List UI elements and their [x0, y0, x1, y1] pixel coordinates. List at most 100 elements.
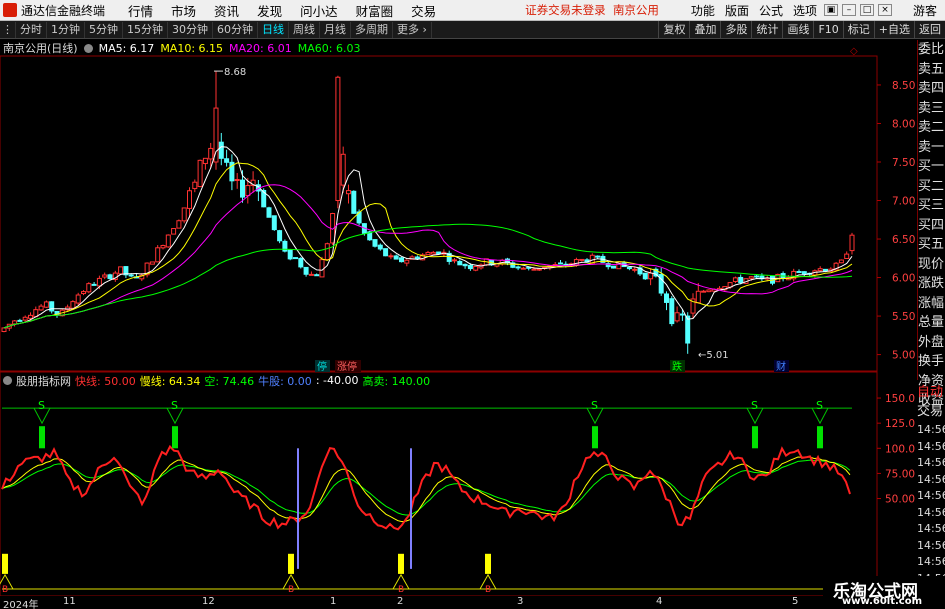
side-item-sell4[interactable]: 卖四	[918, 79, 945, 99]
tick-time: 14:56	[917, 489, 945, 502]
sell-marker-label: S	[751, 399, 758, 412]
sell-marker-bar	[592, 426, 598, 449]
candle-body	[383, 248, 389, 257]
candle-body	[515, 266, 521, 269]
side-item-buy1[interactable]: 买一	[918, 157, 945, 177]
candle-body	[22, 316, 28, 321]
x-tick: 2024年	[3, 600, 39, 609]
candle-body	[324, 243, 330, 261]
side-item-buy5[interactable]: 买五	[918, 235, 945, 255]
candle-body	[240, 179, 245, 198]
side-item-sell1[interactable]: 卖一	[918, 138, 945, 158]
candle-body	[838, 259, 844, 264]
side-item-outer[interactable]: 外盘	[918, 333, 945, 353]
candle-body	[754, 275, 760, 278]
trade-side-panel: 自动 交易	[917, 383, 945, 423]
candle-body	[192, 181, 198, 190]
side-item-buy2[interactable]: 买二	[918, 177, 945, 197]
sell-marker-bar	[39, 426, 45, 449]
slow-line	[1, 456, 851, 523]
candle-body	[849, 234, 855, 252]
candle-body	[319, 259, 325, 278]
candle-body	[208, 147, 214, 160]
candle-body	[685, 315, 691, 344]
ind-y-tick-label: 50.00	[885, 494, 915, 506]
x-tick: 5	[792, 596, 799, 607]
candle-body	[823, 268, 828, 272]
candle-body	[520, 267, 526, 270]
candle-body	[75, 294, 81, 304]
candle-body	[425, 251, 431, 256]
tick-time: 14:56	[917, 439, 945, 453]
side-item-volume[interactable]: 总量	[918, 313, 945, 333]
candle-body	[165, 234, 171, 248]
side-item-buy3[interactable]: 买三	[918, 196, 945, 216]
ind-y-tick-label: 75.00	[885, 468, 915, 480]
candle-body	[308, 273, 314, 276]
y-tick-label: 6.00	[892, 273, 915, 285]
auto-trade-tab[interactable]: 自动	[917, 383, 945, 402]
candle-body	[171, 228, 177, 235]
x-tick: 3	[517, 596, 524, 607]
side-item-sell5[interactable]: 卖五	[918, 60, 945, 80]
candle-body	[287, 249, 293, 260]
y-tick-label: 7.50	[892, 157, 915, 169]
sell-marker-label: S	[171, 399, 178, 412]
buy-marker-bar	[2, 553, 8, 574]
tick-time: 14:56	[917, 522, 945, 535]
candle-body	[277, 230, 283, 242]
ind-y-tick-label: 125.0	[885, 418, 915, 430]
kline-chart[interactable]: S S S S S B B B B 8.50 8.00 7.50 7.00 6.50 6.00 5.50 5.…	[0, 0, 917, 596]
candle-body	[107, 274, 113, 280]
candle-body	[732, 277, 738, 282]
buy-marker-label: B	[2, 585, 8, 595]
candle-body	[271, 215, 277, 231]
x-tick: 12	[202, 596, 215, 607]
sell-marker-bar	[172, 426, 178, 449]
candle-body	[43, 301, 49, 308]
tick-time: 14:56	[917, 505, 945, 519]
watermark-url: www.60lt.com	[842, 596, 923, 607]
candle-body	[187, 190, 192, 209]
candle-body	[38, 305, 44, 311]
buy-marker-bar	[485, 553, 491, 574]
candle-body	[664, 293, 669, 303]
tick-time: 14:56	[917, 555, 945, 568]
event-tag: 跌	[672, 360, 682, 373]
candle-body	[149, 261, 155, 265]
back-button[interactable]: 返回	[914, 21, 945, 39]
ind-y-tick-label: 150.0	[885, 393, 915, 405]
event-tag: 涨停	[337, 360, 357, 373]
side-item-price[interactable]: 现价	[918, 255, 945, 275]
side-item-change[interactable]: 涨跌	[918, 274, 945, 294]
side-item-sell3[interactable]: 卖三	[918, 99, 945, 119]
candle-body	[595, 255, 601, 258]
candle-body	[457, 260, 463, 266]
candle-body	[393, 255, 399, 260]
buy-marker-label: B	[485, 585, 491, 595]
candle-body	[531, 268, 537, 271]
main-chart-frame	[0, 55, 878, 372]
candle-body	[844, 253, 850, 260]
candle-body	[298, 257, 304, 268]
x-tick: 11	[63, 596, 76, 607]
buy-marker-label: B	[288, 585, 294, 595]
candle-body	[558, 262, 563, 265]
trade-tab[interactable]: 交易	[917, 402, 945, 421]
y-tick-label: 6.50	[892, 234, 915, 246]
tick-time: 14:56	[917, 472, 945, 486]
tick-time: 14:56	[917, 456, 945, 469]
side-item-turnover[interactable]: 换手	[918, 352, 945, 372]
side-item-buy4[interactable]: 买四	[918, 216, 945, 236]
sell-marker-bar	[752, 426, 758, 449]
side-item-pct[interactable]: 涨幅	[918, 294, 945, 314]
side-item-committee[interactable]: 委比	[918, 40, 945, 60]
candle-body	[462, 263, 468, 267]
y-tick-label: 7.00	[892, 196, 915, 208]
candle-body	[377, 244, 383, 250]
candle-body	[12, 320, 18, 325]
side-item-sell2[interactable]: 卖二	[918, 118, 945, 138]
candle-body	[701, 290, 707, 293]
candle-body	[224, 158, 230, 163]
candle-body	[611, 265, 616, 269]
